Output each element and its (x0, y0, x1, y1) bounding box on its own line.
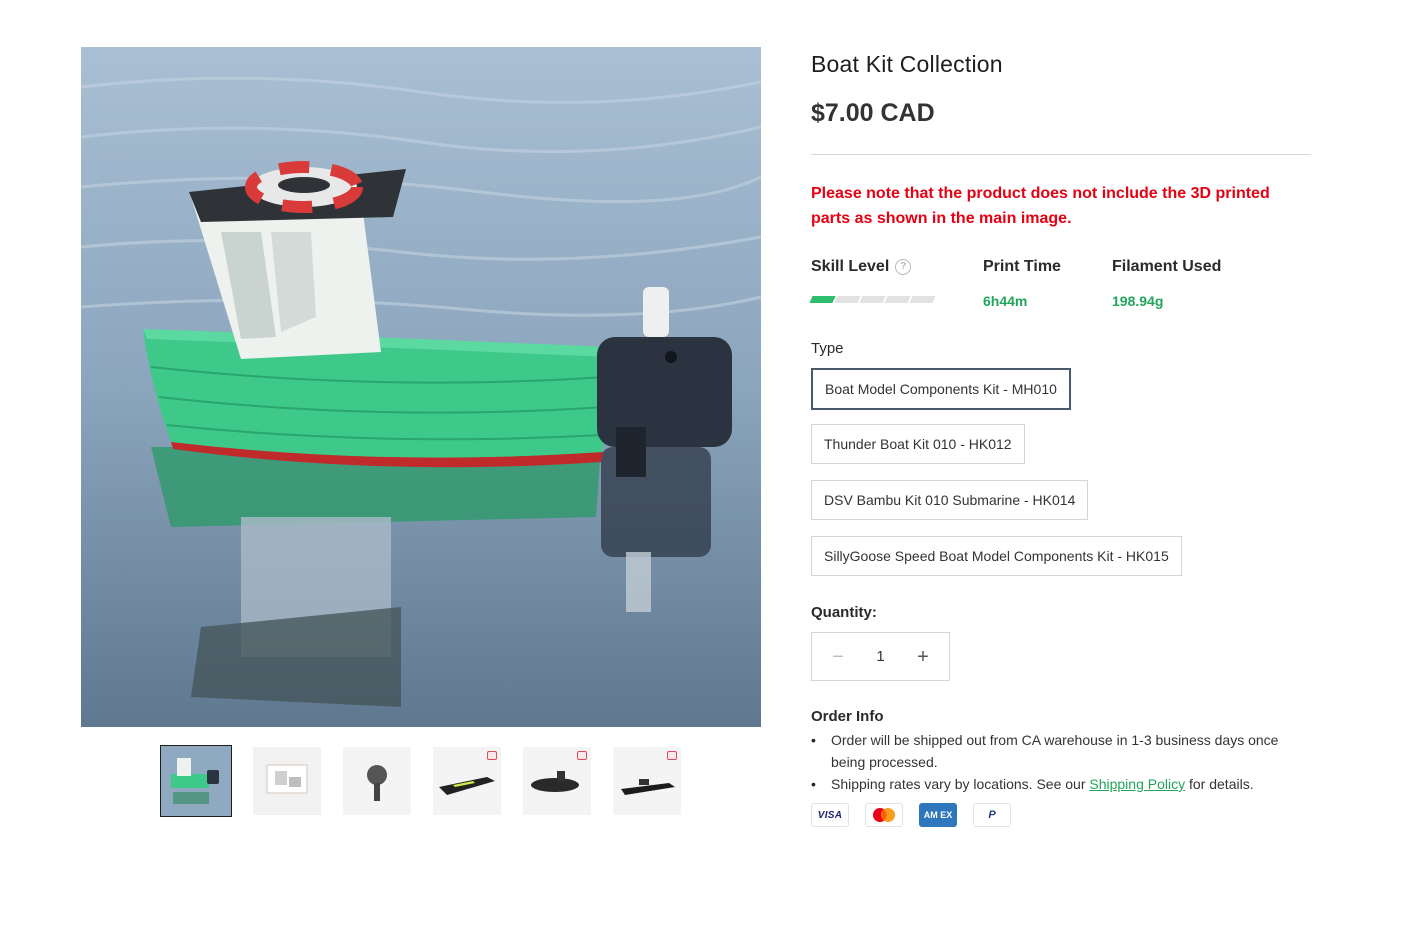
skill-level-label: Skill Level (811, 258, 890, 275)
type-option-hk012[interactable]: Thunder Boat Kit 010 - HK012 (811, 424, 1025, 464)
thumbnail-3[interactable] (343, 747, 411, 815)
kit-box-thumbnail-image (253, 747, 321, 815)
filament-value: 198.94g (1112, 293, 1164, 309)
type-label: Type (811, 340, 844, 357)
quantity-label: Quantity: (811, 604, 877, 621)
thumbnail-6[interactable] (613, 747, 681, 815)
thumbnail-strip (160, 745, 681, 817)
badge-icon (487, 751, 497, 760)
visa-icon: VISA (811, 803, 849, 827)
skill-level-stat: Skill Level ? (809, 256, 983, 310)
badge-icon (667, 751, 677, 760)
type-option-hk014[interactable]: DSV Bambu Kit 010 Submarine - HK014 (811, 480, 1089, 520)
skill-segment (809, 296, 836, 303)
print-time-label: Print Time (983, 258, 1061, 275)
quantity-decrease-button[interactable]: − (830, 647, 846, 667)
shipping-time-text: Order will be shipped out from CA wareho… (831, 732, 1279, 770)
paypal-icon: P (973, 803, 1011, 827)
badge-icon (577, 751, 587, 760)
order-info-title: Order Info (811, 708, 884, 725)
boat-thumbnail-image (161, 746, 231, 816)
skill-level-meter (809, 296, 983, 304)
payment-methods: VISA AM EX P (811, 803, 1311, 827)
product-info-panel: Boat Kit Collection $7.00 CAD Please not… (809, 47, 1311, 827)
product-notice: Please note that the product does not in… (811, 185, 1270, 227)
thumbnail-2[interactable] (253, 747, 321, 815)
quantity-increase-button[interactable]: + (915, 647, 931, 667)
filament-stat: Filament Used 198.94g (1112, 256, 1292, 310)
skill-segment (884, 296, 911, 303)
print-stats: Skill Level ? Print Time 6h44m Filament … (809, 256, 1311, 310)
help-icon[interactable]: ? (895, 259, 912, 275)
mastercard-icon (865, 803, 903, 827)
product-title: Boat Kit Collection (811, 51, 1003, 77)
thumbnail-5[interactable] (523, 747, 591, 815)
order-info-item: Order will be shipped out from CA wareho… (811, 729, 1301, 773)
order-info-item: Shipping rates vary by locations. See ou… (811, 773, 1301, 795)
quantity-input[interactable]: 1 (876, 648, 884, 665)
skill-segment (834, 296, 861, 303)
order-info-list: Order will be shipped out from CA wareho… (811, 729, 1301, 795)
thumbnail-1[interactable] (160, 745, 232, 817)
filament-label: Filament Used (1112, 258, 1222, 275)
product-price: $7.00 CAD (811, 99, 935, 127)
skill-segment (909, 296, 936, 303)
shipping-policy-link[interactable]: Shipping Policy (1089, 776, 1185, 792)
type-option-hk015[interactable]: SillyGoose Speed Boat Model Components K… (811, 536, 1182, 576)
quantity-stepper: − 1 + (811, 632, 950, 681)
print-time-stat: Print Time 6h44m (983, 256, 1112, 310)
thumbnail-4[interactable] (433, 747, 501, 815)
main-product-image[interactable] (81, 47, 761, 727)
type-option-mh010[interactable]: Boat Model Components Kit - MH010 (811, 368, 1071, 410)
motor-thumbnail-image (343, 747, 411, 815)
type-options: Boat Model Components Kit - MH010 Thunde… (811, 368, 1311, 576)
amex-icon: AM EX (919, 803, 957, 827)
skill-segment (859, 296, 886, 303)
divider (811, 154, 1311, 155)
shipping-rates-suffix: for details. (1185, 776, 1254, 792)
print-time-value: 6h44m (983, 293, 1028, 309)
boat-photo (81, 47, 761, 727)
shipping-rates-text: Shipping rates vary by locations. See ou… (831, 776, 1090, 792)
